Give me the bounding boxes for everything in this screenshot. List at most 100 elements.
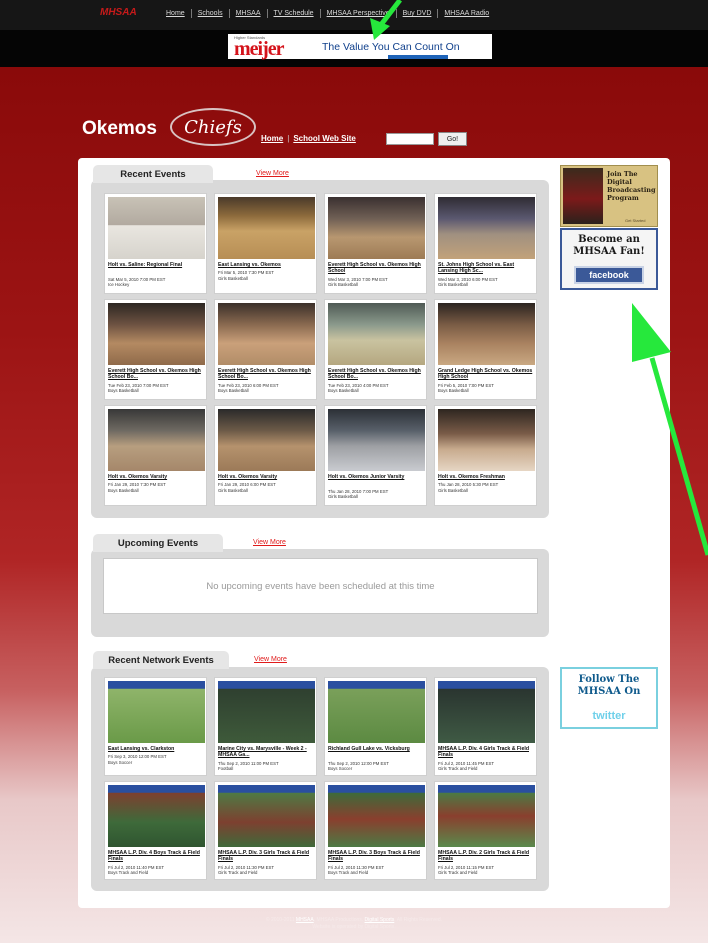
video-thumbnail[interactable]	[328, 681, 425, 743]
network-events-tab[interactable]: Recent Network Events	[93, 651, 229, 669]
event-date: Fri Jul 2, 2010 11:40 PM EST	[108, 864, 165, 870]
facebook-logo-button[interactable]: facebook	[574, 266, 644, 284]
video-thumbnail[interactable]	[218, 785, 315, 847]
event-title-link[interactable]: East Lansing vs. Okemos	[218, 262, 315, 268]
event-title-link[interactable]: Holt vs. Saline: Regional Final	[108, 262, 205, 268]
recent-event-card[interactable]: Holt vs. Okemos Freshman Thu Jan 28, 2010…	[434, 405, 537, 506]
event-title-link[interactable]: Holt vs. Okemos Varsity	[218, 474, 315, 480]
event-title-link[interactable]: MHSAA L.P. Div. 4 Girls Track & Field Fi…	[438, 746, 535, 759]
nav-mhsaa[interactable]: MHSAA	[230, 9, 268, 18]
video-thumbnail[interactable]	[438, 681, 535, 743]
network-event-card[interactable]: Richland Gull Lake vs. Vicksburg Thu Sep …	[324, 677, 427, 776]
event-date: Thu Jan 28, 2010 5:30 PM EST	[438, 482, 499, 488]
digital-banner-sub: Get Started	[625, 218, 646, 223]
video-thumbnail[interactable]	[108, 785, 205, 847]
recent-event-card[interactable]: Everett High School vs. Okemos High Scho…	[214, 299, 317, 400]
video-thumbnail[interactable]	[218, 681, 315, 743]
event-title-link[interactable]: Everett High School vs. Okemos High Scho…	[328, 368, 425, 381]
top-nav-bar: MHSAA Home Schools MHSAA TV Schedule MHS…	[0, 0, 708, 30]
event-title-link[interactable]: Everett High School vs. Okemos High Scho…	[218, 368, 315, 381]
header-home-link[interactable]: Home	[261, 134, 283, 143]
nav-schools[interactable]: Schools	[192, 9, 230, 18]
video-thumbnail[interactable]	[438, 409, 535, 471]
nav-mhsaa-radio[interactable]: MHSAA Radio	[438, 9, 495, 18]
network-event-card[interactable]: East Lansing vs. Clarkston Fri Sep 3, 201…	[104, 677, 207, 776]
video-thumbnail[interactable]	[218, 409, 315, 471]
event-date: Thu Jan 28, 2010 7:00 PM EST	[328, 488, 389, 494]
event-title-link[interactable]: MHSAA L.P. Div. 4 Boys Track & Field Fin…	[108, 850, 205, 863]
event-sport: Boys Soccer	[108, 759, 133, 765]
event-title-link[interactable]: MHSAA L.P. Div. 3 Girls Track & Field Fi…	[218, 850, 315, 863]
search-input[interactable]	[386, 133, 434, 145]
meijer-ad-banner[interactable]: Higher Standards meijer The Value You Ca…	[228, 34, 492, 59]
upcoming-events-tab[interactable]: Upcoming Events	[93, 534, 223, 552]
event-date: Fri Jan 29, 2010 7:30 PM EST	[108, 482, 166, 488]
video-thumbnail[interactable]	[438, 303, 535, 365]
event-date: Fri Jul 2, 2010 11:30 PM EST	[328, 864, 385, 870]
recent-event-card[interactable]: Holt vs. Okemos Varsity Fri Jan 29, 2010 …	[104, 405, 207, 506]
recent-event-card[interactable]: East Lansing vs. Okemos Fri Mar 5, 2010 7…	[214, 193, 317, 294]
event-title-link[interactable]: East Lansing vs. Clarkston	[108, 746, 205, 752]
event-title-link[interactable]: MHSAA L.P. Div. 3 Boys Track & Field Fin…	[328, 850, 425, 863]
go-button[interactable]: Go!	[438, 132, 467, 146]
video-thumbnail[interactable]	[108, 409, 205, 471]
event-title-link[interactable]: Grand Ledge High School vs. Okemos High …	[438, 368, 535, 381]
event-date: Wed Mar 3, 2010 6:00 PM EST	[438, 276, 498, 282]
footer-digital-sports-link[interactable]: Digital Sports	[365, 917, 395, 923]
network-event-card[interactable]: Marine City vs. Marysville - Week 2 - MH…	[214, 677, 317, 776]
recent-event-card[interactable]: Holt vs. Okemos Junior Varsity Thu Jan 28…	[324, 405, 427, 506]
video-thumbnail[interactable]	[438, 785, 535, 847]
nav-buy-dvd[interactable]: Buy DVD	[397, 9, 439, 18]
video-thumbnail[interactable]	[218, 197, 315, 259]
network-event-card[interactable]: MHSAA L.P. Div. 3 Girls Track & Field Fi…	[214, 781, 317, 880]
recent-event-card[interactable]: Everett High School vs. Okemos High Scho…	[104, 299, 207, 400]
nav-home[interactable]: Home	[160, 9, 192, 18]
recent-event-card[interactable]: St. Johns High School vs. East Lansing H…	[434, 193, 537, 294]
school-web-site-link[interactable]: School Web Site	[293, 134, 356, 143]
video-thumbnail[interactable]	[328, 303, 425, 365]
upcoming-view-more-link[interactable]: View More	[253, 539, 286, 546]
digital-broadcasting-banner[interactable]: Join The Digital Broadcasting Program Ge…	[560, 165, 658, 227]
recent-view-more-link[interactable]: View More	[256, 170, 289, 177]
event-title-link[interactable]: Holt vs. Okemos Varsity	[108, 474, 205, 480]
network-event-card[interactable]: MHSAA L.P. Div. 3 Boys Track & Field Fin…	[324, 781, 427, 880]
network-event-card[interactable]: MHSAA L.P. Div. 4 Girls Track & Field Fi…	[434, 677, 537, 776]
video-thumbnail[interactable]	[108, 303, 205, 365]
event-title-link[interactable]: St. Johns High School vs. East Lansing H…	[438, 262, 535, 275]
recent-event-card[interactable]: Grand Ledge High School vs. Okemos High …	[434, 299, 537, 400]
event-title-link[interactable]: Everett High School vs. Okemos High Scho…	[108, 368, 205, 381]
recent-event-card[interactable]: Holt vs. Okemos Varsity Fri Jan 29, 2010 …	[214, 405, 317, 506]
event-sport: Girls Basketball	[328, 494, 358, 500]
video-thumbnail[interactable]	[328, 197, 425, 259]
network-event-card[interactable]: MHSAA L.P. Div. 4 Boys Track & Field Fin…	[104, 781, 207, 880]
video-thumbnail[interactable]	[328, 409, 425, 471]
nav-tv-schedule[interactable]: TV Schedule	[268, 9, 321, 18]
recent-event-card[interactable]: Holt vs. Saline: Regional Final Sat Mar 5…	[104, 193, 207, 294]
event-title-link[interactable]: Everett High School vs. Okemos High Scho…	[328, 262, 425, 275]
recent-event-card[interactable]: Everett High School vs. Okemos High Scho…	[324, 299, 427, 400]
event-title-link[interactable]: MHSAA L.P. Div. 2 Girls Track & Field Fi…	[438, 850, 535, 863]
recent-events-tab[interactable]: Recent Events	[93, 165, 213, 183]
event-title-link[interactable]: Marine City vs. Marysville - Week 2 - MH…	[218, 746, 315, 759]
twitter-follow-banner[interactable]: Follow The MHSAA On twitter	[560, 667, 658, 729]
video-thumbnail[interactable]	[108, 197, 205, 259]
event-title-link[interactable]: Holt vs. Okemos Freshman	[438, 474, 535, 480]
event-sport: Boys Basketball	[108, 388, 139, 394]
video-thumbnail[interactable]	[328, 785, 425, 847]
broadcast-photo	[563, 168, 603, 224]
event-title-link[interactable]: Holt vs. Okemos Junior Varsity	[328, 474, 425, 480]
nav-mhsaa-perspective[interactable]: MHSAA Perspective	[321, 9, 397, 18]
video-thumbnail[interactable]	[108, 681, 205, 743]
network-view-more-link[interactable]: View More	[254, 656, 287, 663]
recent-event-card[interactable]: Everett High School vs. Okemos High Scho…	[324, 193, 427, 294]
mhsaa-logo[interactable]: MHSAA	[100, 7, 148, 20]
event-sport: Ice Hockey	[108, 282, 130, 288]
event-sport: Boys Basketball	[438, 388, 469, 394]
event-title-link[interactable]: Richland Gull Lake vs. Vicksburg	[328, 746, 425, 752]
network-event-card[interactable]: MHSAA L.P. Div. 2 Girls Track & Field Fi…	[434, 781, 537, 880]
video-thumbnail[interactable]	[218, 303, 315, 365]
event-date: Thu Sep 2, 2010 12:00 PM EST	[328, 760, 389, 766]
facebook-fan-banner[interactable]: Become an MHSAA Fan! facebook	[560, 228, 658, 290]
video-thumbnail[interactable]	[438, 197, 535, 259]
footer-mhsaa-link[interactable]: MHSAA	[296, 917, 314, 923]
